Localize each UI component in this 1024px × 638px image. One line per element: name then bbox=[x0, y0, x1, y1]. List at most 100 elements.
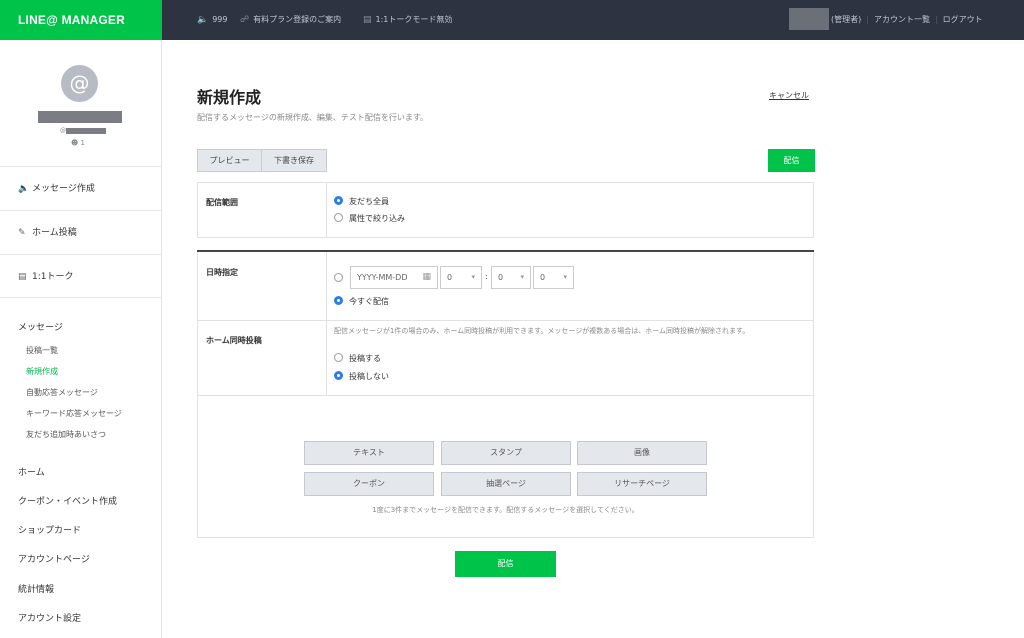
scope-label: 配信範囲 bbox=[206, 198, 238, 207]
radio-label: 今すぐ配信 bbox=[349, 297, 389, 306]
sidebar-divider bbox=[0, 297, 161, 298]
sidebar-item-account-settings[interactable]: アカウント設定 bbox=[18, 611, 81, 624]
friends-count-value: 1 bbox=[80, 139, 86, 147]
add-research-button[interactable]: リサーチページ bbox=[577, 472, 707, 496]
sidebar-item-home-post[interactable]: ✎ ホーム投稿 bbox=[0, 210, 161, 254]
logout-link[interactable]: ログアウト bbox=[943, 15, 983, 24]
sidebar-sub-new-create[interactable]: 新規作成 bbox=[26, 366, 58, 377]
add-coupon-button[interactable]: クーポン bbox=[304, 472, 434, 496]
plan-notice-link[interactable]: ☍ 有料プラン登録のご案内 bbox=[240, 0, 341, 40]
divider bbox=[326, 252, 327, 396]
sidebar-item-stats[interactable]: 統計情報 bbox=[18, 582, 54, 595]
add-image-button[interactable]: 画像 bbox=[577, 441, 707, 465]
hour-select[interactable]: 0 ▾ bbox=[440, 266, 482, 289]
sidebar-section-message[interactable]: メッセージ bbox=[18, 320, 63, 333]
admin-label: (管理者) bbox=[831, 15, 862, 24]
divider bbox=[198, 395, 813, 396]
messages-count: 999 bbox=[212, 15, 228, 24]
chat-icon: ▤ bbox=[363, 15, 372, 25]
friends-count: ☻ 1 bbox=[71, 139, 85, 147]
page-subtitle: 配信するメッセージの新規作成、編集、テスト配信を行います。 bbox=[197, 113, 429, 122]
sidebar: @ @ ☻ 1 🔈 メッセージ作成 ✎ ホーム投稿 ▤ 1:1トーク メッセージ 投稿… bbox=[0, 40, 162, 638]
coin-icon: ☍ bbox=[240, 15, 250, 25]
account-list-link[interactable]: アカウント一覧 bbox=[874, 15, 930, 24]
sidebar-item-home[interactable]: ホーム bbox=[18, 465, 45, 478]
radio-date-specify[interactable] bbox=[334, 273, 349, 283]
radio-checked bbox=[334, 371, 343, 380]
calendar-icon: ▦ bbox=[422, 272, 431, 282]
user-menu: (管理者) | アカウント一覧 | ログアウト bbox=[831, 0, 983, 40]
sidebar-item-message-create[interactable]: 🔈 メッセージ作成 bbox=[0, 166, 161, 210]
top-bar: LINE@ MANAGER 🔈 999 ☍ 有料プラン登録のご案内 ▤ 1:1トークモ… bbox=[0, 0, 1024, 40]
send-button-bottom[interactable]: 配信 bbox=[455, 551, 556, 577]
speaker-icon: 🔈 bbox=[18, 184, 30, 194]
sidebar-item-account-page[interactable]: アカウントページ bbox=[18, 552, 90, 565]
radio-checked bbox=[334, 196, 343, 205]
radio-label: 投稿しない bbox=[349, 372, 389, 381]
person-icon: ☻ bbox=[71, 139, 79, 147]
date-placeholder: YYYY-MM-DD bbox=[357, 273, 408, 282]
divider: | bbox=[934, 15, 938, 24]
talk-mode-status[interactable]: ▤ 1:1トークモード無効 bbox=[363, 0, 452, 40]
radio-send-now[interactable]: 今すぐ配信 bbox=[334, 296, 389, 307]
minute-value: 0 bbox=[498, 273, 504, 282]
radio-label: 属性で絞り込み bbox=[349, 214, 405, 223]
account-name-redacted bbox=[38, 111, 122, 123]
chevron-down-icon: ▾ bbox=[471, 273, 475, 281]
scope-panel: 配信範囲 友だち全員 属性で絞り込み bbox=[197, 182, 814, 238]
sidebar-sub-friend-greeting[interactable]: 友だち追加時あいさつ bbox=[26, 429, 106, 440]
cancel-link[interactable]: キャンセル bbox=[769, 90, 809, 101]
sidebar-item-label: メッセージ作成 bbox=[32, 184, 95, 194]
home-post-label: ホーム同時投稿 bbox=[206, 336, 262, 345]
edit-icon: ✎ bbox=[18, 228, 26, 238]
account-avatar: @ bbox=[61, 65, 98, 102]
chat-icon: ▤ bbox=[18, 272, 27, 282]
add-lottery-button[interactable]: 抽選ページ bbox=[441, 472, 571, 496]
preview-button[interactable]: プレビュー bbox=[197, 149, 262, 172]
hour-value: 0 bbox=[447, 273, 453, 282]
sidebar-item-coupon[interactable]: クーポン・イベント作成 bbox=[18, 494, 117, 507]
app-logo[interactable]: LINE@ MANAGER bbox=[0, 0, 162, 40]
minute-select[interactable]: 0 ▾ bbox=[491, 266, 531, 289]
sidebar-item-label: 1:1トーク bbox=[32, 272, 74, 282]
radio-post-no[interactable]: 投稿しない bbox=[334, 371, 389, 382]
second-select[interactable]: 0 ▾ bbox=[533, 266, 574, 289]
home-post-note: 配信メッセージが1件の場合のみ、ホーム同時投稿が利用できます。メッセージが複数あ… bbox=[334, 327, 750, 335]
divider bbox=[198, 320, 813, 321]
radio-scope-all[interactable]: 友だち全員 bbox=[334, 196, 389, 207]
radio-unchecked bbox=[334, 273, 343, 282]
account-id: @ bbox=[60, 127, 106, 134]
speaker-icon: 🔈 bbox=[197, 15, 209, 25]
send-button-top[interactable]: 配信 bbox=[768, 149, 815, 172]
save-draft-button[interactable]: 下書き保存 bbox=[261, 149, 327, 172]
radio-scope-attr[interactable]: 属性で絞り込み bbox=[334, 213, 405, 224]
chevron-down-icon: ▾ bbox=[520, 273, 524, 281]
radio-unchecked bbox=[334, 213, 343, 222]
admin-name-redacted bbox=[789, 8, 829, 30]
date-input[interactable]: YYYY-MM-DD ▦ bbox=[350, 266, 438, 289]
page-title: 新規作成 bbox=[197, 88, 262, 107]
plan-notice-label: 有料プラン登録のご案内 bbox=[253, 15, 342, 24]
divider: | bbox=[866, 15, 869, 24]
second-value: 0 bbox=[540, 273, 546, 282]
time-separator: : bbox=[485, 272, 488, 281]
add-stamp-button[interactable]: スタンプ bbox=[441, 441, 571, 465]
radio-post-yes[interactable]: 投稿する bbox=[334, 353, 381, 364]
talk-mode-label: 1:1トークモード無効 bbox=[375, 15, 453, 24]
chevron-down-icon: ▾ bbox=[563, 273, 567, 281]
radio-checked bbox=[334, 296, 343, 305]
messages-counter[interactable]: 🔈 999 bbox=[197, 0, 228, 40]
sidebar-sub-keyword-reply[interactable]: キーワード応答メッセージ bbox=[26, 408, 122, 419]
sidebar-sub-auto-reply[interactable]: 自動応答メッセージ bbox=[26, 387, 98, 398]
radio-label: 投稿する bbox=[349, 354, 381, 363]
radio-label: 友だち全員 bbox=[349, 197, 389, 206]
radio-unchecked bbox=[334, 353, 343, 362]
message-limit-note: 1度に3件までメッセージを配信できます。配信するメッセージを選択してください。 bbox=[372, 506, 639, 514]
divider bbox=[326, 183, 327, 237]
sidebar-sub-post-list[interactable]: 投稿一覧 bbox=[26, 345, 58, 356]
sidebar-item-talk[interactable]: ▤ 1:1トーク bbox=[0, 254, 161, 298]
add-text-button[interactable]: テキスト bbox=[304, 441, 434, 465]
account-id-redacted bbox=[66, 127, 106, 134]
sidebar-item-shop-card[interactable]: ショップカード bbox=[18, 523, 81, 536]
date-label: 日時指定 bbox=[206, 268, 238, 277]
